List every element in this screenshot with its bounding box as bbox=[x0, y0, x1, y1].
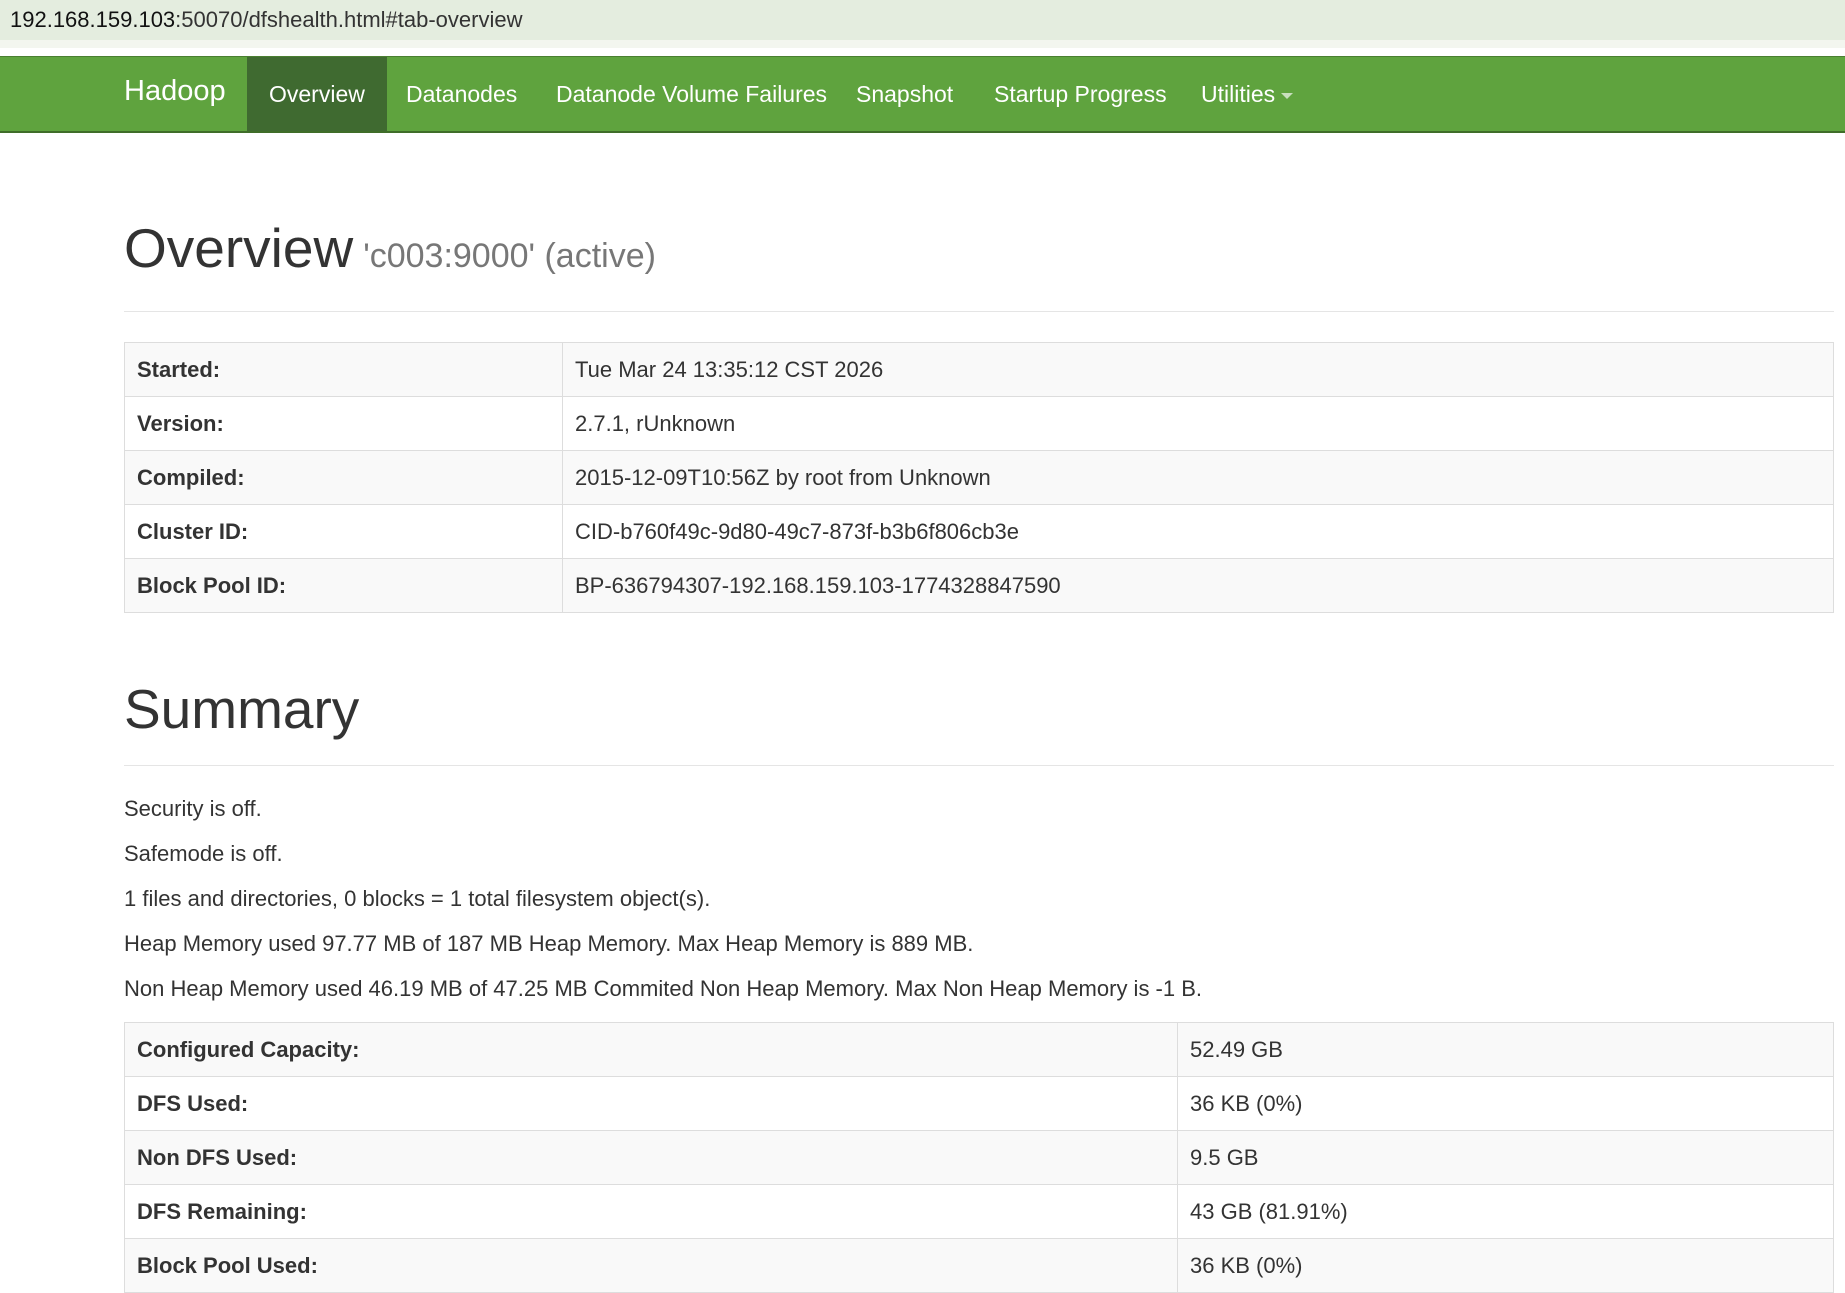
security-status: Security is off. bbox=[124, 796, 262, 821]
summary-header: Summary bbox=[124, 673, 1834, 766]
table-row: Configured Capacity: 52.49 GB bbox=[124, 1022, 1834, 1077]
table-row: Version: 2.7.1, rUnknown bbox=[124, 396, 1834, 451]
non-heap-memory: Non Heap Memory used 46.19 MB of 47.25 M… bbox=[124, 976, 1203, 1001]
row-value: 52.49 GB bbox=[1177, 1022, 1834, 1077]
row-value: BP-636794307-192.168.159.103-17743288475… bbox=[562, 558, 1834, 613]
url-host: 192.168.159.103 bbox=[10, 7, 176, 32]
row-value: 36 KB (0%) bbox=[1177, 1238, 1834, 1293]
address-bar[interactable]: 192.168.159.103:50070/dfshealth.html#tab… bbox=[0, 0, 1845, 48]
row-label: Non DFS Used: bbox=[124, 1130, 1178, 1185]
table-row: Non DFS Used: 9.5 GB bbox=[124, 1130, 1834, 1185]
nav-tab-datanode-volume-failures[interactable]: Datanode Volume Failures bbox=[534, 57, 849, 131]
page-title: Overview'c003:9000' (active) bbox=[124, 221, 656, 276]
row-label: Configured Capacity: bbox=[124, 1022, 1178, 1077]
capacity-table: Configured Capacity: 52.49 GB DFS Used: … bbox=[124, 1022, 1834, 1293]
nav-tab-snapshot[interactable]: Snapshot bbox=[834, 57, 975, 131]
nav-tab-startup-progress[interactable]: Startup Progress bbox=[972, 57, 1189, 131]
overview-title: Overview bbox=[124, 217, 354, 279]
table-row: Compiled: 2015-12-09T10:56Z by root from… bbox=[124, 450, 1834, 505]
row-value: 43 GB (81.91%) bbox=[1177, 1184, 1834, 1239]
table-row: Started: Tue Mar 24 13:35:12 CST 2026 bbox=[124, 342, 1834, 397]
brand-logo[interactable]: Hadoop bbox=[124, 75, 226, 108]
row-label: Started: bbox=[124, 342, 563, 397]
row-value: CID-b760f49c-9d80-49c7-873f-b3b6f806cb3e bbox=[562, 504, 1834, 559]
table-row: DFS Remaining: 43 GB (81.91%) bbox=[124, 1184, 1834, 1239]
chevron-down-icon bbox=[1281, 92, 1294, 99]
row-label: Cluster ID: bbox=[124, 504, 563, 559]
summary-status-lines: Security is off. Safemode is off. 1 file… bbox=[124, 794, 1202, 1019]
row-value: Tue Mar 24 13:35:12 CST 2026 bbox=[562, 342, 1834, 397]
row-value: 2015-12-09T10:56Z by root from Unknown bbox=[562, 450, 1834, 505]
utilities-label: Utilities bbox=[1201, 81, 1276, 107]
top-navbar: Hadoop Overview Datanodes Datanode Volum… bbox=[0, 56, 1845, 133]
table-row: Block Pool Used: 36 KB (0%) bbox=[124, 1238, 1834, 1293]
table-row: Block Pool ID: BP-636794307-192.168.159.… bbox=[124, 558, 1834, 613]
nav-tab-overview[interactable]: Overview bbox=[247, 57, 387, 131]
safemode-status: Safemode is off. bbox=[124, 841, 283, 866]
row-label: Block Pool Used: bbox=[124, 1238, 1178, 1293]
heap-memory: Heap Memory used 97.77 MB of 187 MB Heap… bbox=[124, 931, 974, 956]
row-label: Compiled: bbox=[124, 450, 563, 505]
table-row: DFS Used: 36 KB (0%) bbox=[124, 1076, 1834, 1131]
row-value: 36 KB (0%) bbox=[1177, 1076, 1834, 1131]
nav-tab-utilities[interactable]: Utilities bbox=[1179, 57, 1315, 131]
row-label: DFS Used: bbox=[124, 1076, 1178, 1131]
row-label: DFS Remaining: bbox=[124, 1184, 1178, 1239]
namenode-status: 'c003:9000' (active) bbox=[363, 237, 656, 275]
row-value: 2.7.1, rUnknown bbox=[562, 396, 1834, 451]
nav-tab-datanodes[interactable]: Datanodes bbox=[384, 57, 539, 131]
url-text[interactable]: 192.168.159.103:50070/dfshealth.html#tab… bbox=[10, 7, 523, 33]
summary-title: Summary bbox=[124, 678, 360, 740]
overview-table: Started: Tue Mar 24 13:35:12 CST 2026 Ve… bbox=[124, 342, 1834, 613]
url-path: :50070/dfshealth.html#tab-overview bbox=[175, 7, 523, 32]
table-row: Cluster ID: CID-b760f49c-9d80-49c7-873f-… bbox=[124, 504, 1834, 559]
row-value: 9.5 GB bbox=[1177, 1130, 1834, 1185]
filesystem-objects: 1 files and directories, 0 blocks = 1 to… bbox=[124, 886, 711, 911]
row-label: Version: bbox=[124, 396, 563, 451]
overview-header: Overview'c003:9000' (active) bbox=[124, 221, 1834, 312]
row-label: Block Pool ID: bbox=[124, 558, 563, 613]
